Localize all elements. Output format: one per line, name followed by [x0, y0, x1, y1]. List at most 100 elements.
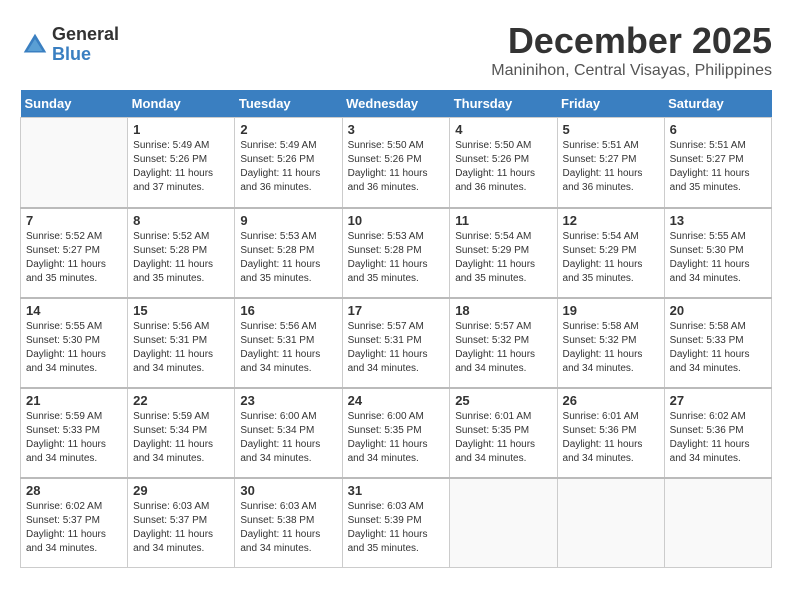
day-number: 6: [670, 122, 766, 137]
day-number: 5: [563, 122, 659, 137]
calendar-cell: 3 Sunrise: 5:50 AM Sunset: 5:26 PM Daylig…: [342, 118, 450, 208]
day-number: 14: [26, 303, 122, 318]
calendar-cell: 20 Sunrise: 5:58 AM Sunset: 5:33 PM Dayli…: [664, 298, 771, 388]
logo-general: General: [52, 25, 119, 45]
day-info: Sunrise: 5:49 AM Sunset: 5:26 PM Dayligh…: [133, 139, 229, 195]
day-info: Sunrise: 5:55 AM Sunset: 5:30 PM Dayligh…: [670, 230, 766, 286]
calendar-cell: 7 Sunrise: 5:52 AM Sunset: 5:27 PM Daylig…: [21, 208, 128, 298]
day-number: 11: [455, 213, 551, 228]
day-number: 10: [348, 213, 445, 228]
day-number: 12: [563, 213, 659, 228]
calendar-header-thursday: Thursday: [450, 90, 557, 118]
day-number: 7: [26, 213, 122, 228]
day-number: 26: [563, 393, 659, 408]
day-info: Sunrise: 5:57 AM Sunset: 5:31 PM Dayligh…: [348, 320, 445, 376]
day-number: 21: [26, 393, 122, 408]
calendar-cell: 11 Sunrise: 5:54 AM Sunset: 5:29 PM Dayli…: [450, 208, 557, 298]
day-info: Sunrise: 5:57 AM Sunset: 5:32 PM Dayligh…: [455, 320, 551, 376]
calendar-cell: 4 Sunrise: 5:50 AM Sunset: 5:26 PM Daylig…: [450, 118, 557, 208]
calendar-cell: 12Sunrise: 5:54 AM Sunset: 5:29 PM Dayli…: [557, 208, 664, 298]
day-info: Sunrise: 6:00 AM Sunset: 5:34 PM Dayligh…: [240, 410, 336, 466]
month-title: December 2025: [491, 20, 772, 62]
day-number: 24: [348, 393, 445, 408]
day-info: Sunrise: 6:03 AM Sunset: 5:37 PM Dayligh…: [133, 500, 229, 556]
calendar-cell: 14 Sunrise: 5:55 AM Sunset: 5:30 PM Dayli…: [21, 298, 128, 388]
calendar-cell: 28Sunrise: 6:02 AM Sunset: 5:37 PM Dayli…: [21, 478, 128, 568]
calendar-cell: 22Sunrise: 5:59 AM Sunset: 5:34 PM Dayli…: [128, 388, 235, 478]
location-title: Maninihon, Central Visayas, Philippines: [491, 62, 772, 80]
calendar-header-tuesday: Tuesday: [235, 90, 342, 118]
day-info: Sunrise: 5:58 AM Sunset: 5:33 PM Dayligh…: [670, 320, 766, 376]
day-info: Sunrise: 5:59 AM Sunset: 5:34 PM Dayligh…: [133, 410, 229, 466]
calendar-header-saturday: Saturday: [664, 90, 771, 118]
day-number: 4: [455, 122, 551, 137]
calendar-header-row: SundayMondayTuesdayWednesdayThursdayFrid…: [21, 90, 772, 118]
day-info: Sunrise: 5:59 AM Sunset: 5:33 PM Dayligh…: [26, 410, 122, 466]
calendar-week-row: 28Sunrise: 6:02 AM Sunset: 5:37 PM Dayli…: [21, 478, 772, 568]
calendar-week-row: 7 Sunrise: 5:52 AM Sunset: 5:27 PM Daylig…: [21, 208, 772, 298]
day-info: Sunrise: 5:51 AM Sunset: 5:27 PM Dayligh…: [670, 139, 766, 195]
calendar-cell: 19 Sunrise: 5:58 AM Sunset: 5:32 PM Dayli…: [557, 298, 664, 388]
day-info: Sunrise: 5:56 AM Sunset: 5:31 PM Dayligh…: [240, 320, 336, 376]
page-header: General Blue December 2025 Maninihon, Ce…: [20, 20, 772, 80]
day-number: 29: [133, 483, 229, 498]
day-number: 18: [455, 303, 551, 318]
calendar-cell: 21 Sunrise: 5:59 AM Sunset: 5:33 PM Dayli…: [21, 388, 128, 478]
day-info: Sunrise: 6:00 AM Sunset: 5:35 PM Dayligh…: [348, 410, 445, 466]
day-number: 23: [240, 393, 336, 408]
day-info: Sunrise: 5:52 AM Sunset: 5:27 PM Dayligh…: [26, 230, 122, 286]
calendar-cell: 2Sunrise: 5:49 AM Sunset: 5:26 PM Daylig…: [235, 118, 342, 208]
calendar-week-row: 14 Sunrise: 5:55 AM Sunset: 5:30 PM Dayli…: [21, 298, 772, 388]
day-info: Sunrise: 6:02 AM Sunset: 5:37 PM Dayligh…: [26, 500, 122, 556]
day-info: Sunrise: 5:50 AM Sunset: 5:26 PM Dayligh…: [348, 139, 445, 195]
day-number: 13: [670, 213, 766, 228]
calendar-cell: 23 Sunrise: 6:00 AM Sunset: 5:34 PM Dayli…: [235, 388, 342, 478]
day-info: Sunrise: 5:53 AM Sunset: 5:28 PM Dayligh…: [348, 230, 445, 286]
calendar-table: SundayMondayTuesdayWednesdayThursdayFrid…: [20, 90, 772, 568]
day-info: Sunrise: 5:56 AM Sunset: 5:31 PM Dayligh…: [133, 320, 229, 376]
calendar-cell: 10 Sunrise: 5:53 AM Sunset: 5:28 PM Dayli…: [342, 208, 450, 298]
logo-text: General Blue: [52, 25, 119, 65]
day-info: Sunrise: 5:55 AM Sunset: 5:30 PM Dayligh…: [26, 320, 122, 376]
day-number: 20: [670, 303, 766, 318]
calendar-cell: 16Sunrise: 5:56 AM Sunset: 5:31 PM Dayli…: [235, 298, 342, 388]
day-info: Sunrise: 5:53 AM Sunset: 5:28 PM Dayligh…: [240, 230, 336, 286]
calendar-cell: 31Sunrise: 6:03 AM Sunset: 5:39 PM Dayli…: [342, 478, 450, 568]
calendar-cell: [664, 478, 771, 568]
calendar-cell: 15Sunrise: 5:56 AM Sunset: 5:31 PM Dayli…: [128, 298, 235, 388]
calendar-header-sunday: Sunday: [21, 90, 128, 118]
calendar-cell: 17Sunrise: 5:57 AM Sunset: 5:31 PM Dayli…: [342, 298, 450, 388]
day-number: 19: [563, 303, 659, 318]
logo: General Blue: [20, 25, 119, 65]
calendar-cell: 18 Sunrise: 5:57 AM Sunset: 5:32 PM Dayli…: [450, 298, 557, 388]
calendar-cell: [21, 118, 128, 208]
day-number: 3: [348, 122, 445, 137]
calendar-header-wednesday: Wednesday: [342, 90, 450, 118]
day-info: Sunrise: 5:54 AM Sunset: 5:29 PM Dayligh…: [455, 230, 551, 286]
day-info: Sunrise: 6:02 AM Sunset: 5:36 PM Dayligh…: [670, 410, 766, 466]
day-number: 30: [240, 483, 336, 498]
calendar-header-friday: Friday: [557, 90, 664, 118]
calendar-cell: 24 Sunrise: 6:00 AM Sunset: 5:35 PM Dayli…: [342, 388, 450, 478]
day-info: Sunrise: 6:01 AM Sunset: 5:36 PM Dayligh…: [563, 410, 659, 466]
day-number: 25: [455, 393, 551, 408]
day-info: Sunrise: 5:50 AM Sunset: 5:26 PM Dayligh…: [455, 139, 551, 195]
day-number: 9: [240, 213, 336, 228]
calendar-cell: 6 Sunrise: 5:51 AM Sunset: 5:27 PM Daylig…: [664, 118, 771, 208]
day-info: Sunrise: 6:03 AM Sunset: 5:38 PM Dayligh…: [240, 500, 336, 556]
day-info: Sunrise: 5:58 AM Sunset: 5:32 PM Dayligh…: [563, 320, 659, 376]
title-section: December 2025 Maninihon, Central Visayas…: [491, 20, 772, 80]
day-info: Sunrise: 6:01 AM Sunset: 5:35 PM Dayligh…: [455, 410, 551, 466]
day-info: Sunrise: 5:52 AM Sunset: 5:28 PM Dayligh…: [133, 230, 229, 286]
calendar-cell: 9 Sunrise: 5:53 AM Sunset: 5:28 PM Daylig…: [235, 208, 342, 298]
logo-blue: Blue: [52, 45, 119, 65]
day-number: 27: [670, 393, 766, 408]
day-number: 8: [133, 213, 229, 228]
calendar-cell: 5 Sunrise: 5:51 AM Sunset: 5:27 PM Daylig…: [557, 118, 664, 208]
calendar-cell: 29 Sunrise: 6:03 AM Sunset: 5:37 PM Dayli…: [128, 478, 235, 568]
day-info: Sunrise: 5:51 AM Sunset: 5:27 PM Dayligh…: [563, 139, 659, 195]
calendar-cell: [557, 478, 664, 568]
calendar-header-monday: Monday: [128, 90, 235, 118]
day-number: 31: [348, 483, 445, 498]
calendar-cell: 27 Sunrise: 6:02 AM Sunset: 5:36 PM Dayli…: [664, 388, 771, 478]
